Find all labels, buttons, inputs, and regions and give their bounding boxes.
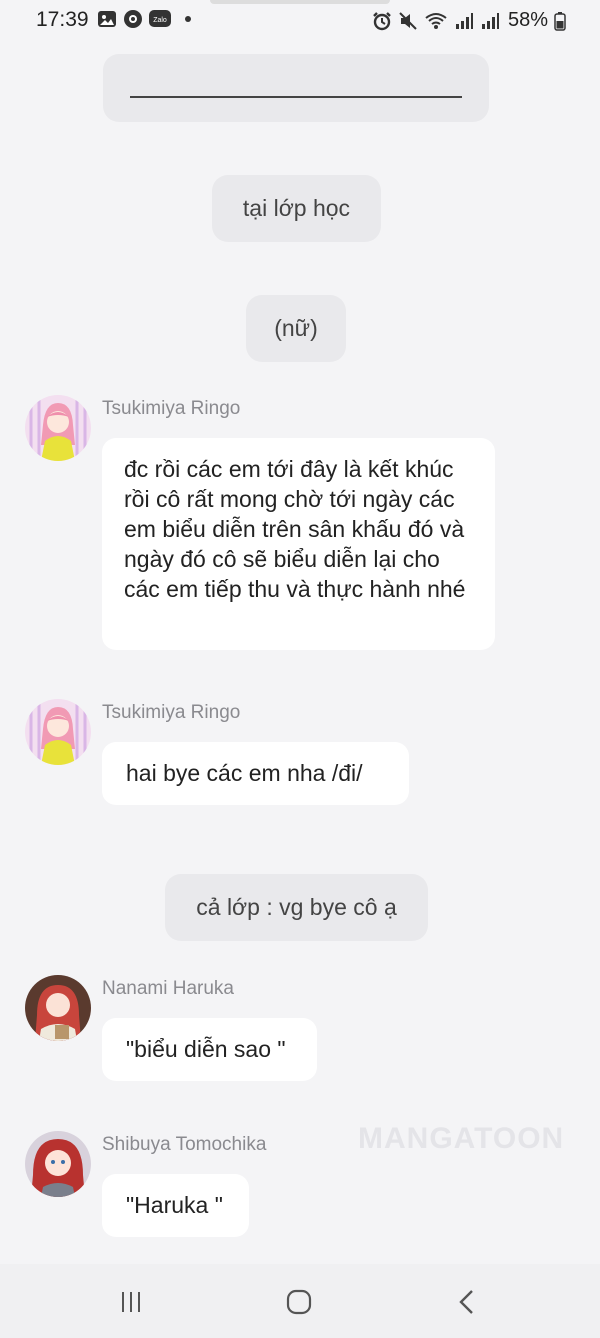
narration-gender: (nữ) (246, 295, 346, 362)
avatar-nanami-haruka[interactable] (25, 975, 91, 1041)
message-text: "Haruka " (126, 1192, 223, 1218)
alarm-icon (373, 11, 391, 30)
recent-apps-icon (122, 1292, 140, 1312)
message-bubble: "Haruka " (102, 1174, 249, 1237)
narration-text: cả lớp : vg bye cô ạ (196, 894, 397, 920)
zalo-label: Zalo (153, 17, 167, 24)
signal-icon (481, 12, 499, 29)
message-text: đc rồi các em tới đây là kết khúc rồi cô… (124, 456, 466, 602)
speaker-name: Tsukimiya Ringo (102, 398, 241, 419)
camera-notch (210, 0, 390, 4)
back-icon (459, 1290, 473, 1314)
speaker-name: Shibuya Tomochika (102, 1134, 267, 1155)
system-icons: 58% (372, 9, 566, 32)
recent-apps-button[interactable] (111, 1286, 151, 1318)
message-text: "biểu diễn sao " (126, 1036, 286, 1062)
avatar-tsukimiya-ringo[interactable] (25, 699, 91, 765)
blank-line (130, 96, 462, 98)
status-bar: 17:39 Zalo 58% (0, 0, 600, 40)
message-text: hai bye các em nha /đi/ (126, 760, 363, 786)
speaker-name: Tsukimiya Ringo (102, 702, 241, 723)
more-notifications-dot (185, 16, 191, 22)
watermark: MANGATOON (358, 1122, 565, 1155)
back-button[interactable] (447, 1286, 487, 1318)
message-bubble: hai bye các em nha /đi/ (102, 742, 409, 805)
narration-text: (nữ) (274, 315, 318, 341)
speaker-name: Nanami Haruka (102, 978, 234, 999)
battery-icon (554, 11, 566, 31)
status-time: 17:39 (36, 8, 89, 31)
narration-location: tại lớp học (212, 175, 381, 242)
home-button[interactable] (279, 1286, 319, 1318)
notification-icons: Zalo (97, 9, 191, 29)
avatar-tsukimiya-ringo[interactable] (25, 395, 91, 461)
home-icon (286, 1289, 312, 1315)
zalo-icon: Zalo (149, 10, 171, 27)
battery-percent: 58% (507, 9, 548, 31)
message-bubble: "biểu diễn sao " (102, 1018, 317, 1081)
mute-icon (399, 11, 417, 30)
message-bubble: đc rồi các em tới đây là kết khúc rồi cô… (102, 438, 495, 650)
narration-blank (103, 54, 489, 122)
gallery-icon (98, 11, 116, 27)
navigation-bar (0, 1264, 600, 1338)
avatar-shibuya-tomochika[interactable] (25, 1131, 91, 1197)
signal-icon (455, 12, 473, 29)
narration-text: tại lớp học (242, 195, 351, 221)
narration-class: cả lớp : vg bye cô ạ (165, 874, 428, 941)
wifi-icon (425, 12, 447, 29)
messenger-icon (124, 10, 142, 28)
